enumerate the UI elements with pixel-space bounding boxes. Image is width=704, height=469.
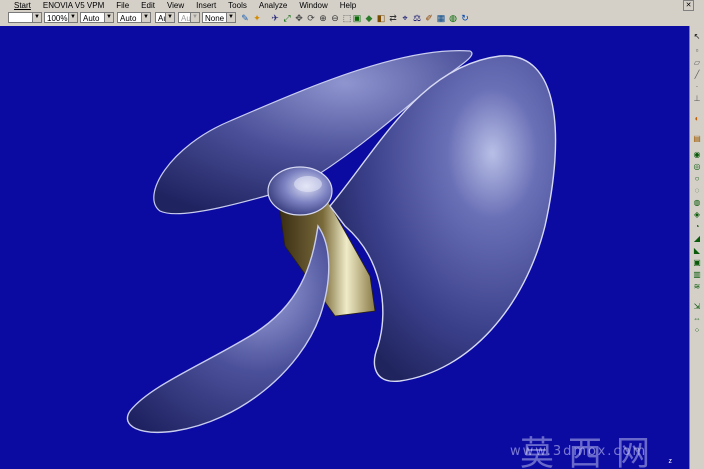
chevron-down-icon: ▼ — [68, 13, 77, 22]
compass-icon[interactable]: z — [669, 458, 673, 465]
chevron-down-icon: ▼ — [226, 13, 235, 22]
fly-icon[interactable]: ✈ — [270, 13, 280, 23]
thickness-combo[interactable]: Aut ▼ — [155, 12, 175, 23]
menu-insert[interactable]: Insert — [190, 0, 222, 11]
grid-icon[interactable]: ▦ — [436, 13, 446, 23]
propeller-model[interactable] — [0, 26, 690, 469]
chevron-down-icon: ▼ — [165, 13, 174, 22]
rib-icon[interactable]: ◌ — [692, 186, 702, 196]
paint-icon[interactable]: ✎ — [240, 13, 250, 23]
close-icon[interactable]: ✕ — [683, 0, 694, 11]
hole-icon[interactable]: ○ — [692, 174, 702, 184]
draft-icon[interactable]: ◣ — [692, 246, 702, 256]
menu-view[interactable]: View — [161, 0, 190, 11]
mass-icon[interactable]: ⚖ — [412, 13, 422, 23]
update-icon[interactable]: ↻ — [460, 13, 470, 23]
shell-icon[interactable]: ▣ — [692, 258, 702, 268]
linetype-combo[interactable]: Auto ▼ — [117, 12, 151, 23]
thickness-icon[interactable]: ▥ — [692, 270, 702, 280]
views-icon[interactable]: ▣ — [352, 13, 362, 23]
plane-icon[interactable]: ▱ — [692, 58, 702, 68]
mirror-icon[interactable]: ⇔ — [692, 314, 702, 324]
chevron-down-icon: ▼ — [190, 13, 199, 22]
fillet-icon[interactable]: ◔ — [692, 222, 702, 232]
groove-icon[interactable]: ◎ — [692, 162, 702, 172]
rotate-icon[interactable]: ⟳ — [306, 13, 316, 23]
brush-icon[interactable]: ✦ — [252, 13, 262, 23]
layer-combo[interactable]: None ▼ — [202, 12, 236, 23]
pocket-icon[interactable]: ▤ — [692, 134, 702, 144]
shading-icon[interactable]: ◆ — [364, 13, 374, 23]
swap-icon[interactable]: ⇄ — [388, 13, 398, 23]
menu-edit[interactable]: Edit — [135, 0, 161, 11]
menu-enovia[interactable]: ENOVIA V5 VPM — [37, 0, 110, 11]
chevron-down-icon: ▼ — [104, 13, 113, 22]
menu-file[interactable]: File — [110, 0, 135, 11]
chevron-down-icon: ▼ — [141, 13, 150, 22]
chevron-down-icon: ▼ — [32, 13, 41, 22]
right-toolbar: ↖ ▫ ▱ ╱ · ⊥ ◐ ▤ ◉ ◎ ○ ◌ ◍ ◈ ◔ ◢ ◣ ▣ ▥ ≋ … — [689, 26, 704, 469]
menu-window[interactable]: Window — [293, 0, 333, 11]
pad-icon[interactable]: ◐ — [692, 114, 702, 124]
color-combo[interactable]: Auto ▼ — [80, 12, 114, 23]
zoom-out-icon[interactable]: ⊖ — [330, 13, 340, 23]
style-combo[interactable]: ▼ — [8, 12, 42, 23]
menu-bar: Start ENOVIA V5 VPM File Edit View Inser… — [0, 0, 704, 11]
chamfer-icon[interactable]: ◢ — [692, 234, 702, 244]
measure-icon[interactable]: ⌖ — [400, 13, 410, 23]
shaft-icon[interactable]: ◉ — [692, 150, 702, 160]
zoom-in-icon[interactable]: ⊕ — [318, 13, 328, 23]
zoom-combo[interactable]: 100% ▼ — [44, 12, 78, 23]
menu-start[interactable]: Start — [0, 0, 37, 11]
point-combo[interactable]: Aut ▼ — [178, 12, 200, 23]
fit-all-icon[interactable]: ⤢ — [282, 13, 292, 23]
pattern-icon[interactable]: ⁘ — [692, 326, 702, 336]
translate-icon[interactable]: ⇲ — [692, 302, 702, 312]
hub-cap-highlight — [294, 176, 322, 192]
axis-icon[interactable]: ⊥ — [692, 94, 702, 104]
hide-show-icon[interactable]: ◧ — [376, 13, 386, 23]
point-icon[interactable]: · — [692, 82, 702, 92]
menu-help[interactable]: Help — [334, 0, 362, 11]
constraint-icon[interactable]: ◍ — [448, 13, 458, 23]
menu-tools[interactable]: Tools — [222, 0, 253, 11]
hub-cap — [267, 166, 333, 216]
thread-icon[interactable]: ≋ — [692, 282, 702, 292]
toolbar: ▼ 100% ▼ Auto ▼ Auto ▼ Aut ▼ Aut ▼ None ▼ ✎ ✦ … — [0, 11, 704, 27]
sketcher-icon[interactable]: ▫ — [692, 46, 702, 56]
slot-icon[interactable]: ◍ — [692, 198, 702, 208]
3d-viewport[interactable]: 莫西网 www.3dmox.com z — [0, 26, 690, 469]
cursor-icon[interactable]: ↖ — [692, 32, 702, 42]
menu-analyze[interactable]: Analyze — [253, 0, 293, 11]
watermark-url: www.3dmox.com — [510, 444, 648, 459]
normal-view-icon[interactable]: ⬚ — [342, 13, 352, 23]
line-icon[interactable]: ╱ — [692, 70, 702, 80]
pan-icon[interactable]: ✥ — [294, 13, 304, 23]
sketch-icon[interactable]: ✐ — [424, 13, 434, 23]
loft-icon[interactable]: ◈ — [692, 210, 702, 220]
